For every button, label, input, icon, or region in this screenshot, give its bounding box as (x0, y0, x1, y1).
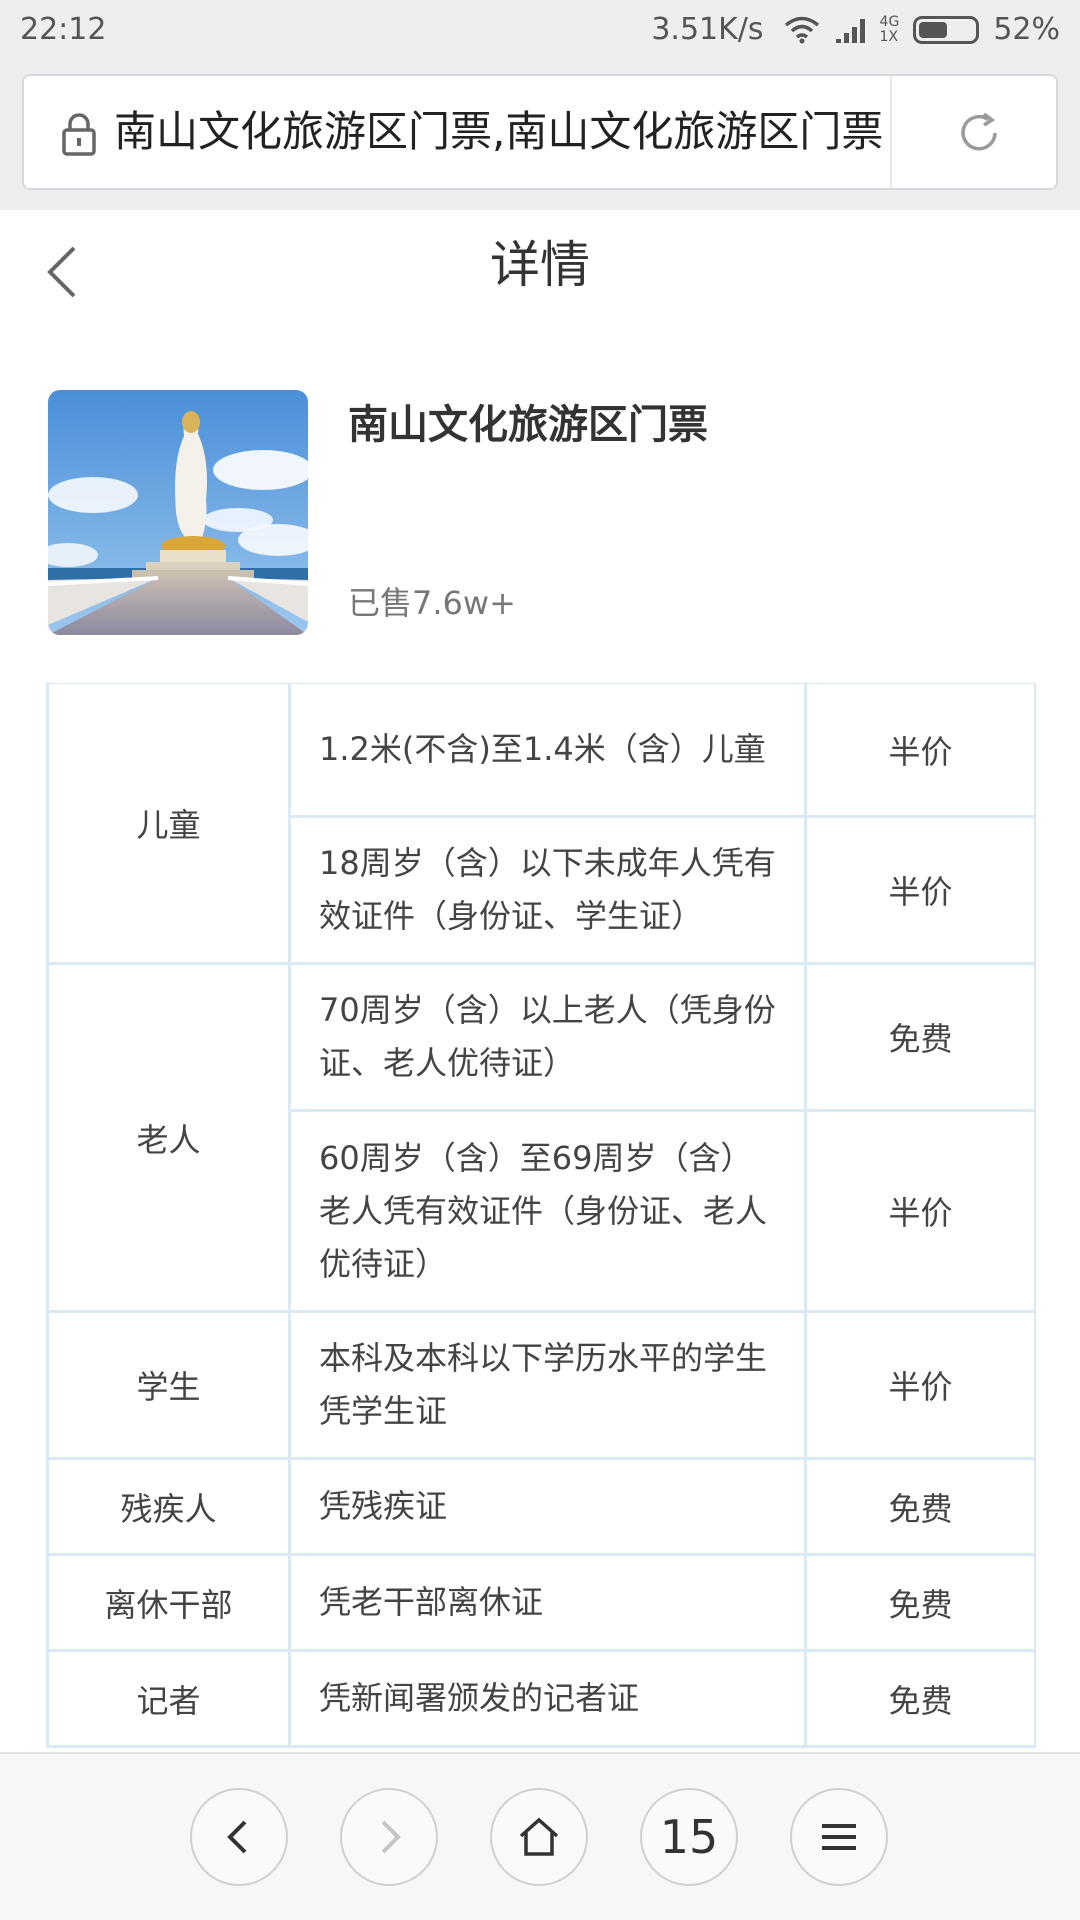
url-text[interactable]: 南山文化旅游区门票,南山文化旅游区门票价格 (114, 76, 884, 188)
status-bar: 22:12 3.51K/s 4G 1X 52% (0, 0, 1080, 60)
page-title: 详情 (490, 236, 590, 294)
battery-percent: 52% (993, 12, 1060, 47)
guanyin-statue-image (48, 390, 308, 635)
battery-level (919, 22, 948, 38)
lock-icon (62, 113, 96, 156)
nav-tabs-button[interactable]: 15 (640, 1788, 738, 1886)
description-cell: 1.2米(不含)至1.4米（含）儿童 (288, 683, 807, 818)
home-icon (519, 1817, 559, 1856)
tab-count: 15 (659, 1810, 719, 1864)
battery-icon (913, 16, 980, 44)
table-row: 残疾人 凭残疾证 免费 (46, 1457, 1036, 1556)
category-cell: 残疾人 (46, 1457, 291, 1556)
price-cell: 免费 (804, 962, 1036, 1112)
screen: 22:12 3.51K/s 4G 1X 52% 南山文化旅游区门票,南山文化旅游… (0, 0, 1080, 1920)
discount-table-container: 儿童 1.2米(不含)至1.4米（含）儿童 半价 18周岁（含）以下未成年人凭有… (46, 683, 1036, 1753)
description-cell: 本科及本科以下学历水平的学生凭学生证 (288, 1310, 807, 1460)
description-cell: 70周岁（含）以上老人（凭身份证、老人优待证） (288, 962, 807, 1112)
price-cell: 半价 (804, 1109, 1036, 1313)
net-speed: 3.51K/s (651, 12, 764, 47)
category-cell: 记者 (46, 1649, 291, 1748)
nav-forward-button[interactable] (340, 1788, 438, 1886)
product-image[interactable] (48, 390, 308, 635)
browser-toolbar: 南山文化旅游区门票,南山文化旅游区门票价格 (0, 60, 1080, 210)
reload-icon[interactable] (954, 108, 1004, 158)
product-name: 南山文化旅游区门票 (348, 402, 708, 448)
price-cell: 半价 (804, 683, 1036, 818)
wifi-icon (784, 16, 819, 44)
price-cell: 免费 (804, 1457, 1036, 1556)
url-divider (890, 76, 892, 188)
network-type-bottom: 1X (879, 29, 899, 45)
nav-menu-button[interactable] (790, 1788, 888, 1886)
signal-icon (835, 19, 865, 43)
nav-home-button[interactable] (490, 1788, 588, 1886)
product-card: 南山文化旅游区门票 已售7.6w+ (0, 380, 1080, 640)
description-cell: 60周岁（含）至69周岁（含）老人凭有效证件（身份证、老人优待证） (288, 1109, 807, 1313)
category-cell: 儿童 (46, 683, 291, 965)
page-header: 详情 (0, 210, 1080, 330)
table-row: 儿童 1.2米(不含)至1.4米（含）儿童 半价 (46, 683, 1036, 965)
category-cell: 离休干部 (46, 1553, 291, 1652)
description-cell: 凭老干部离休证 (288, 1553, 807, 1652)
table-row: 离休干部 凭老干部离休证 免费 (46, 1553, 1036, 1652)
category-cell: 学生 (46, 1310, 291, 1460)
description-cell: 凭新闻署颁发的记者证 (288, 1649, 807, 1748)
table-row: 记者 凭新闻署颁发的记者证 免费 (46, 1649, 1036, 1748)
price-cell: 免费 (804, 1553, 1036, 1652)
category-cell: 老人 (46, 962, 291, 1313)
status-icons: 3.51K/s 4G 1X 52% (651, 0, 1060, 60)
description-cell: 凭残疾证 (288, 1457, 807, 1556)
chevron-left-icon (227, 1820, 247, 1854)
menu-icon (822, 1824, 856, 1850)
description-cell: 18周岁（含）以下未成年人凭有效证件（身份证、学生证） (288, 815, 807, 965)
table-row: 学生 本科及本科以下学历水平的学生凭学生证 半价 (46, 1310, 1036, 1460)
sold-count: 已售7.6w+ (348, 584, 516, 622)
discount-table: 儿童 1.2米(不含)至1.4米（含）儿童 半价 18周岁（含）以下未成年人凭有… (46, 683, 1036, 1748)
nav-back-button[interactable] (190, 1788, 288, 1886)
network-type: 4G 1X (880, 15, 900, 45)
price-cell: 半价 (804, 815, 1036, 965)
price-cell: 半价 (804, 1310, 1036, 1460)
address-bar[interactable]: 南山文化旅游区门票,南山文化旅游区门票价格 (22, 74, 1058, 190)
table-row: 老人 70周岁（含）以上老人（凭身份证、老人优待证） 免费 (46, 962, 1036, 1313)
browser-bottom-nav: 15 (0, 1752, 1080, 1920)
status-time: 22:12 (20, 12, 107, 47)
price-cell: 免费 (804, 1649, 1036, 1748)
chevron-right-icon (381, 1820, 401, 1854)
network-type-top: 4G (879, 14, 900, 30)
